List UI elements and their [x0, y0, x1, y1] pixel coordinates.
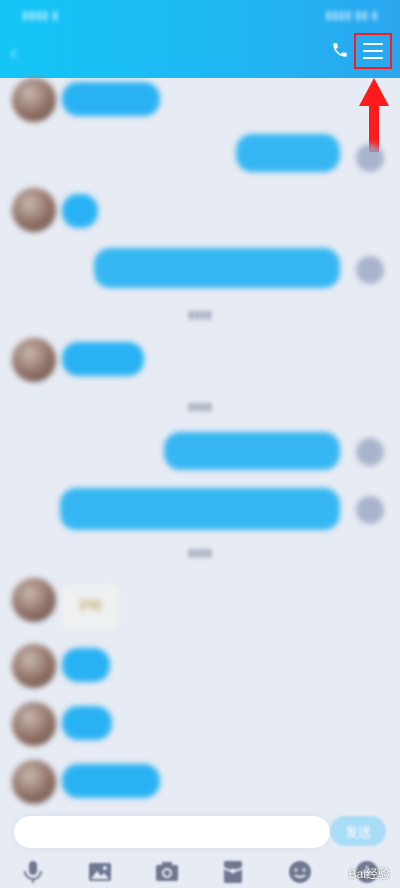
menu-button[interactable] [354, 33, 392, 69]
message-bubble[interactable] [164, 432, 340, 470]
contact-avatar[interactable] [12, 338, 56, 382]
send-button[interactable]: 发送 [330, 816, 386, 846]
message-bubble[interactable] [62, 706, 112, 740]
emoji-icon[interactable] [287, 859, 313, 885]
message-bubble[interactable] [236, 134, 340, 172]
contact-avatar[interactable] [12, 188, 56, 232]
input-toolbar [0, 856, 400, 888]
camera-icon[interactable] [154, 859, 180, 885]
input-bar: 发送 [0, 812, 400, 854]
microphone-icon[interactable] [20, 859, 46, 885]
my-avatar[interactable] [356, 438, 384, 466]
status-left: ▮▮▮▮ ▮ [22, 8, 59, 22]
contact-avatar[interactable] [12, 578, 56, 622]
watermark: Bai经验 [348, 867, 390, 881]
contact-avatar[interactable] [12, 78, 56, 122]
my-avatar[interactable] [356, 256, 384, 284]
contact-avatar[interactable] [12, 644, 56, 688]
timestamp: ▮▮▮▮ [187, 401, 213, 413]
contact-avatar[interactable] [12, 760, 56, 804]
phone-icon[interactable] [330, 40, 350, 60]
message-bubble[interactable] [62, 82, 160, 116]
chat-screen: ▮▮▮▮ ▮ ▮▮▮▮ ▮▮ ▮ ‹ ▮▮▮▮ ▮▮▮▮ ▮▮▮▮ PR 发送 … [0, 0, 400, 888]
message-bubble[interactable] [94, 248, 340, 288]
message-bubble[interactable] [60, 488, 340, 530]
message-input[interactable] [14, 816, 330, 848]
timestamp: ▮▮▮▮ [187, 309, 213, 321]
menu-icon [363, 43, 383, 59]
chat-header: ▮▮▮▮ ▮ ▮▮▮▮ ▮▮ ▮ ‹ [0, 0, 400, 78]
message-bubble[interactable] [62, 648, 110, 682]
message-list[interactable]: ▮▮▮▮ ▮▮▮▮ ▮▮▮▮ PR [0, 78, 400, 814]
image-icon[interactable] [87, 859, 113, 885]
message-bubble[interactable] [62, 194, 98, 228]
status-bar: ▮▮▮▮ ▮ ▮▮▮▮ ▮▮ ▮ [22, 6, 378, 24]
back-icon[interactable]: ‹ [10, 40, 17, 66]
timestamp: ▮▮▮▮ [187, 547, 213, 559]
red-packet-icon[interactable] [220, 859, 246, 885]
status-right: ▮▮▮▮ ▮▮ ▮ [325, 8, 378, 22]
my-avatar[interactable] [356, 144, 384, 172]
my-avatar[interactable] [356, 496, 384, 524]
image-message[interactable]: PR [62, 584, 120, 630]
contact-avatar[interactable] [12, 702, 56, 746]
message-bubble[interactable] [62, 342, 144, 376]
message-bubble[interactable] [62, 764, 160, 798]
